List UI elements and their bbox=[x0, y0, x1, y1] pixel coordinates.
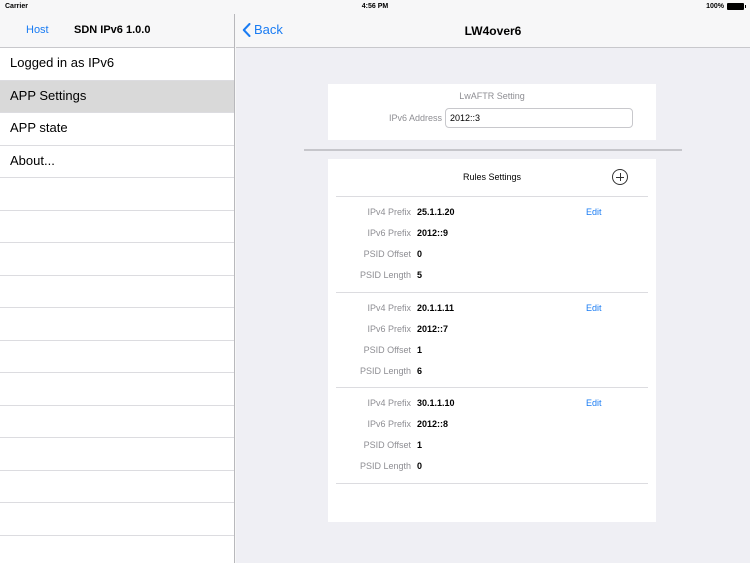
status-time: 4:56 PM bbox=[361, 3, 389, 10]
rule-item: IPv4 Prefix 25.1.1.20 Edit IPv6 Prefix 201… bbox=[336, 197, 648, 293]
empty-row bbox=[0, 503, 234, 536]
menu-item-label: APP state bbox=[10, 120, 68, 135]
menu-item-label: Logged in as IPv6 bbox=[10, 55, 115, 70]
psid-length-label: PSID Length bbox=[359, 270, 411, 280]
ipv6-address-label: IPv6 Address bbox=[388, 113, 442, 123]
menu-item-app-state[interactable]: APP state bbox=[0, 113, 234, 146]
menu-item-app-settings[interactable]: APP Settings bbox=[0, 80, 234, 113]
rule-item: IPv4 Prefix 30.1.1.10 Edit IPv6 Prefix 201… bbox=[336, 388, 648, 484]
menu-item-label: APP Settings bbox=[10, 87, 87, 103]
psid-length-value: 0 bbox=[417, 461, 423, 471]
lwaftr-title: LwAFTR Setting bbox=[459, 91, 525, 101]
ipv6-prefix-value: 2012::8 bbox=[417, 419, 449, 429]
psid-length-label: PSID Length bbox=[359, 365, 411, 376]
psid-offset-label: PSID Offset bbox=[363, 344, 411, 355]
rules-header: Rules Settings bbox=[336, 159, 648, 197]
menu-item-logged-in[interactable]: Logged in as IPv6 bbox=[0, 48, 234, 81]
psid-offset-value: 1 bbox=[417, 440, 423, 450]
empty-row bbox=[0, 276, 234, 308]
detail-nav-bar: Back LW4over6 bbox=[236, 14, 750, 48]
ipv6-prefix-value: 2012::7 bbox=[417, 323, 449, 334]
rules-settings-card: Rules Settings IPv4 Prefix 25.1.1.20 Edit… bbox=[328, 159, 656, 522]
ipv6-prefix-label: IPv6 Prefix bbox=[367, 228, 411, 238]
empty-row bbox=[0, 341, 234, 373]
psid-length-value: 6 bbox=[417, 365, 423, 376]
ipv6-prefix-label: IPv6 Prefix bbox=[367, 419, 411, 429]
host-button[interactable]: Host bbox=[26, 24, 49, 36]
status-bar: Carrier 4:56 PM 100% bbox=[0, 0, 750, 14]
add-rule-icon[interactable] bbox=[612, 169, 628, 185]
edit-rule-button[interactable]: Edit bbox=[586, 398, 602, 408]
detail-pane: Back LW4over6 LwAFTR Setting IPv6 Addres… bbox=[236, 14, 750, 563]
battery-status: 100% bbox=[706, 3, 746, 10]
ipv4-prefix-label: IPv4 Prefix bbox=[367, 302, 411, 313]
edit-rule-button[interactable]: Edit bbox=[586, 207, 602, 217]
menu-item-about[interactable]: About... bbox=[0, 146, 234, 178]
detail-title: LW4over6 bbox=[464, 24, 522, 38]
section-divider bbox=[304, 149, 682, 151]
empty-row bbox=[0, 211, 234, 243]
master-title: SDN IPv6 1.0.0 bbox=[74, 24, 151, 36]
empty-row bbox=[0, 438, 234, 471]
psid-offset-label: PSID Offset bbox=[363, 440, 411, 450]
master-nav-bar: Host SDN IPv6 1.0.0 bbox=[0, 14, 234, 48]
master-pane: Host SDN IPv6 1.0.0 Logged in as IPv6 AP… bbox=[0, 14, 235, 563]
empty-row bbox=[0, 471, 234, 503]
rule-item: IPv4 Prefix 20.1.1.11 Edit IPv6 Prefix 201… bbox=[336, 293, 648, 388]
menu-item-label: About... bbox=[10, 152, 55, 168]
empty-row bbox=[0, 308, 234, 341]
empty-row bbox=[0, 243, 234, 276]
rules-title: Rules Settings bbox=[462, 172, 522, 182]
battery-percent: 100% bbox=[706, 3, 724, 10]
ipv6-address-input[interactable]: 2012::3 bbox=[445, 108, 633, 128]
psid-length-label: PSID Length bbox=[359, 461, 411, 471]
psid-length-value: 5 bbox=[417, 270, 423, 280]
empty-row bbox=[0, 406, 234, 438]
psid-offset-label: PSID Offset bbox=[363, 249, 411, 259]
psid-offset-value: 1 bbox=[417, 344, 423, 355]
ipv4-prefix-label: IPv4 Prefix bbox=[367, 398, 411, 408]
edit-rule-button[interactable]: Edit bbox=[586, 303, 602, 313]
psid-offset-value: 0 bbox=[417, 249, 423, 259]
ipv6-prefix-label: IPv6 Prefix bbox=[367, 323, 411, 334]
ipv4-prefix-value: 30.1.1.10 bbox=[417, 398, 455, 408]
battery-icon bbox=[727, 3, 746, 10]
ipv4-prefix-value: 20.1.1.11 bbox=[417, 302, 455, 313]
master-menu-list: Logged in as IPv6 APP Settings APP state… bbox=[0, 48, 234, 536]
ipv4-prefix-value: 25.1.1.20 bbox=[417, 207, 455, 217]
ipv4-prefix-label: IPv4 Prefix bbox=[367, 207, 411, 217]
empty-row bbox=[0, 178, 234, 211]
ipv6-prefix-value: 2012::9 bbox=[417, 228, 449, 238]
empty-row bbox=[0, 373, 234, 406]
lwaftr-setting-card: LwAFTR Setting IPv6 Address 2012::3 bbox=[328, 84, 656, 140]
